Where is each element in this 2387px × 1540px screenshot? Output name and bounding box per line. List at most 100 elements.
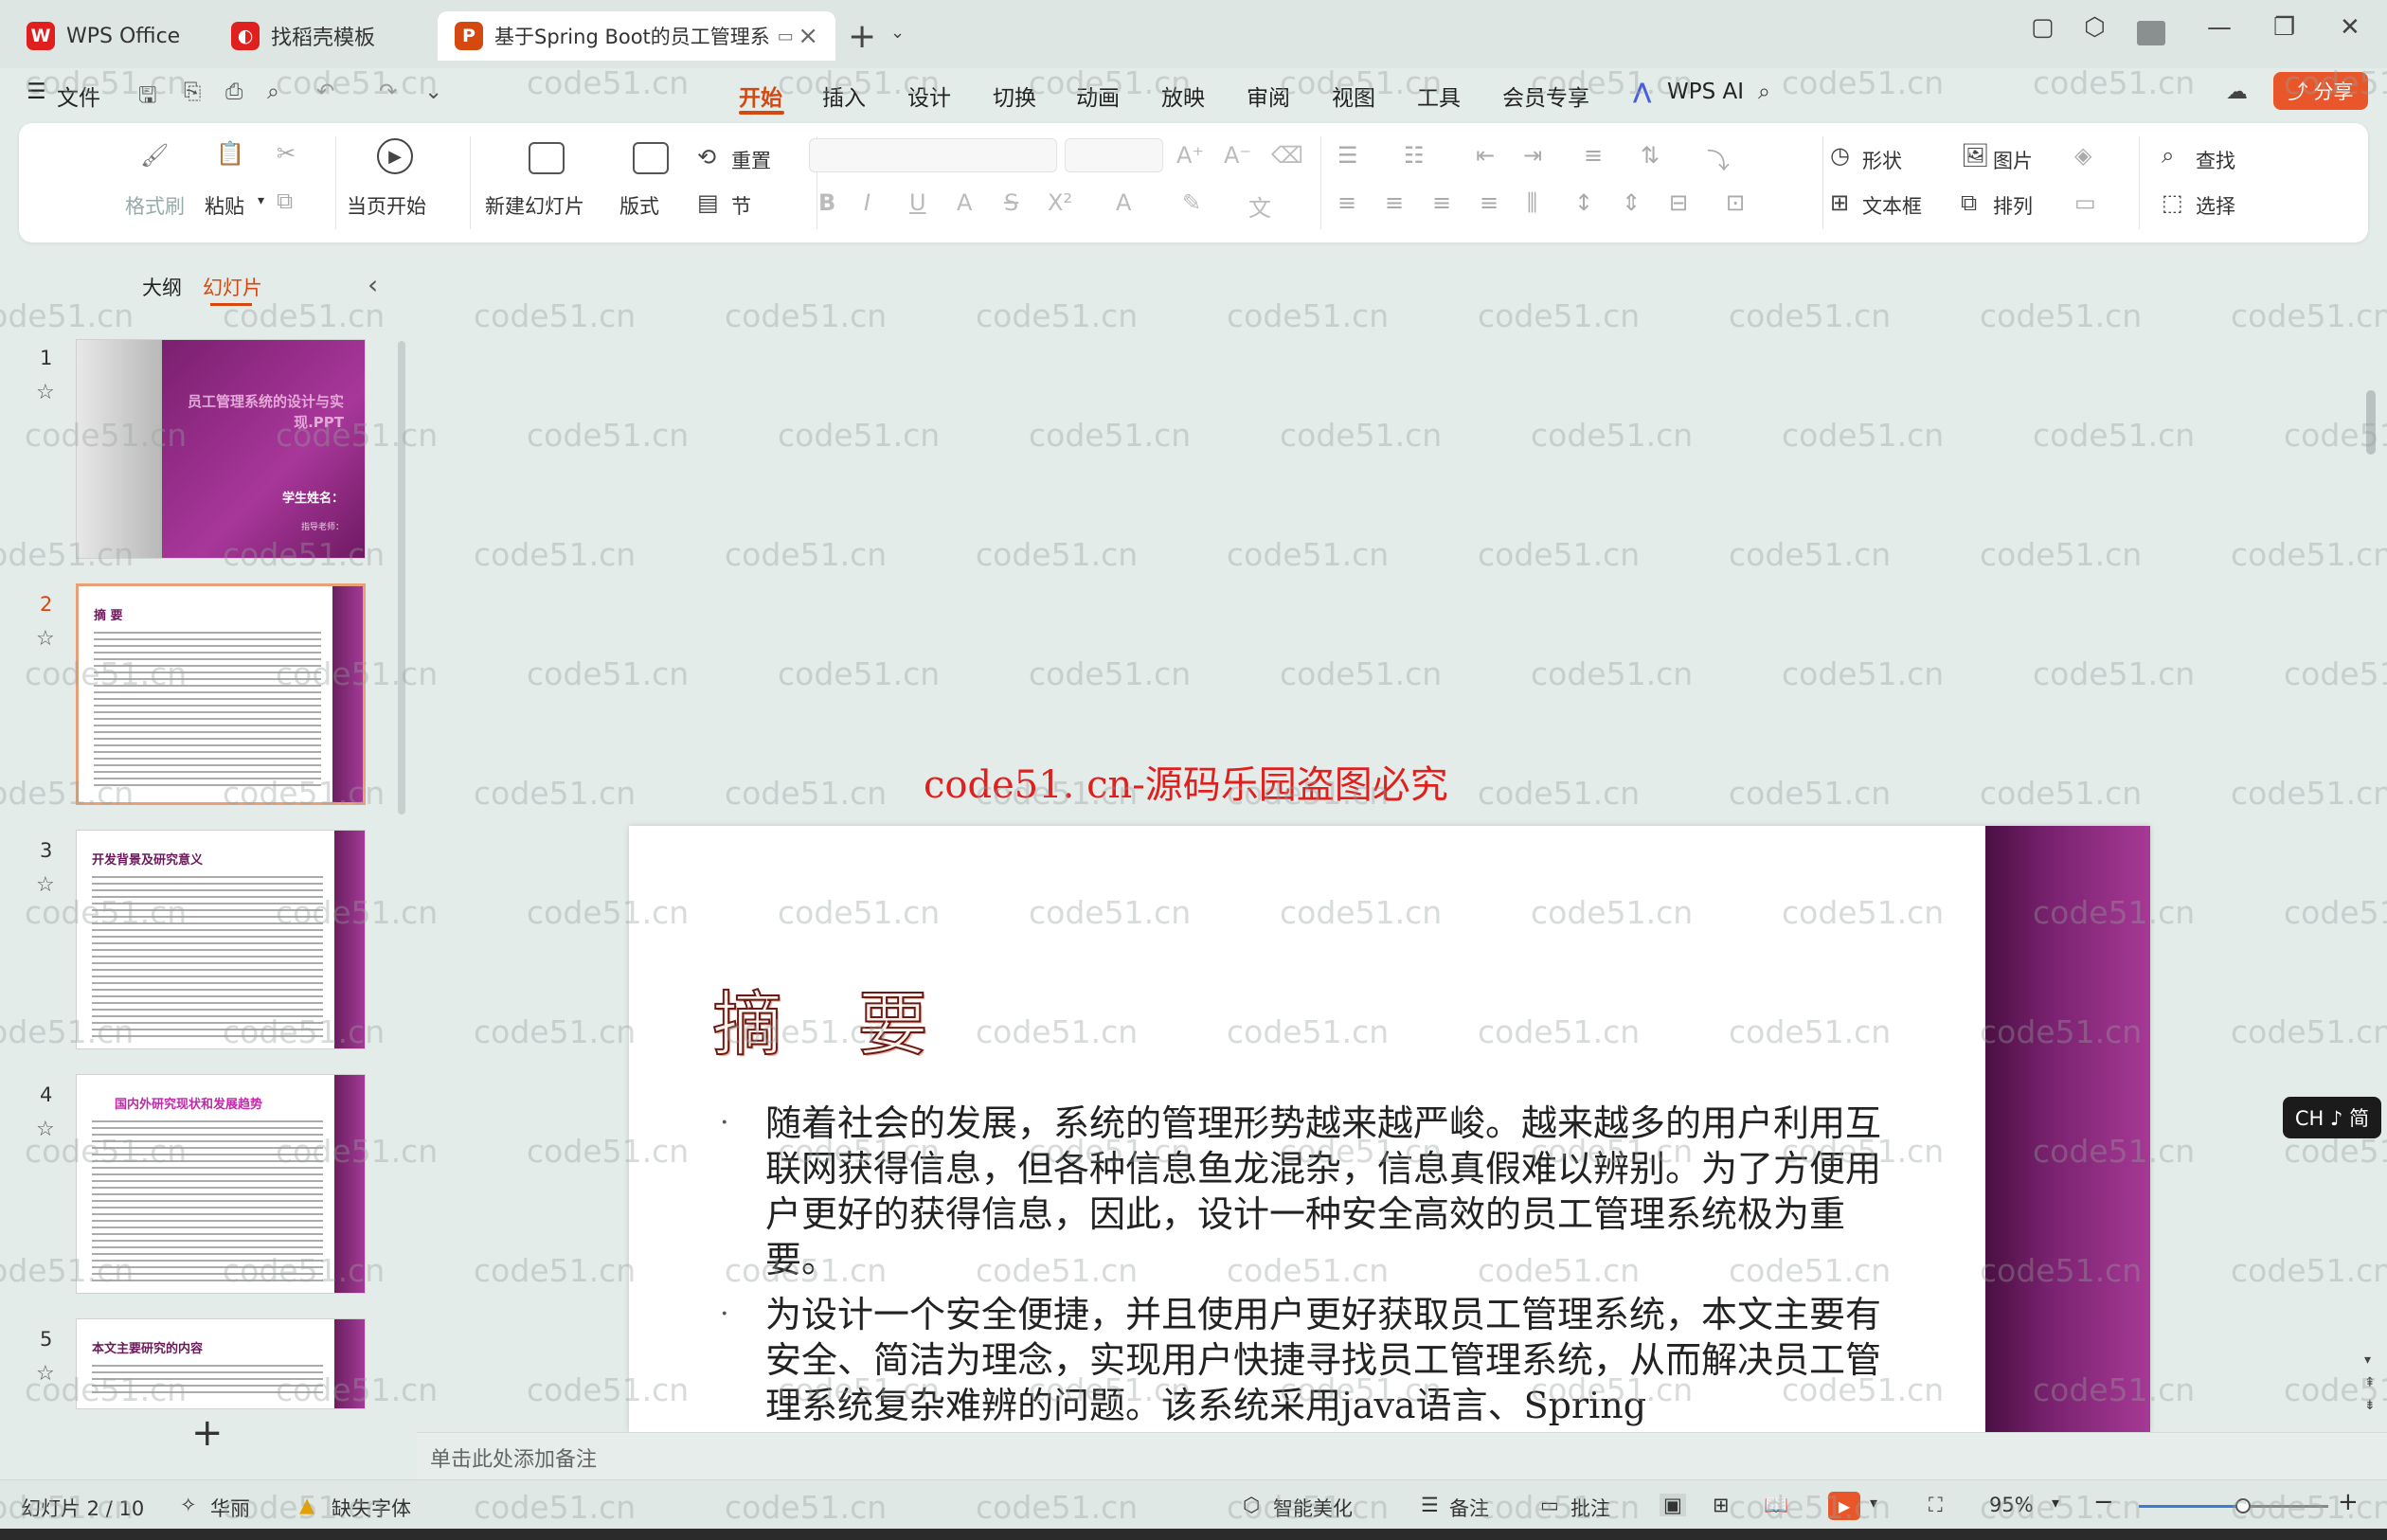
restore-icon[interactable]: ❐	[2273, 13, 2295, 42]
format-painter-button[interactable]: 格式刷	[125, 191, 185, 220]
star-icon[interactable]: ☆	[36, 873, 55, 897]
shape-button[interactable]: 形状	[1862, 146, 1902, 174]
increase-font-icon[interactable]: A⁺	[1176, 142, 1204, 169]
slide-thumbnail-5[interactable]: 本文主要研究的内容	[76, 1318, 366, 1409]
underline-icon[interactable]: U	[909, 189, 926, 216]
star-icon[interactable]: ☆	[36, 627, 55, 651]
tab-outline[interactable]: 大纲	[142, 273, 182, 301]
missing-font-button[interactable]: 缺失字体	[332, 1494, 411, 1522]
italic-icon[interactable]: I	[864, 189, 870, 216]
superscript-icon[interactable]: X²	[1048, 189, 1072, 216]
cube-icon[interactable]: ⬡	[2084, 13, 2106, 42]
font-size-select[interactable]	[1065, 138, 1163, 172]
picture-icon[interactable]: 🖼	[1961, 142, 1989, 169]
notes-button[interactable]: 备注	[1449, 1494, 1489, 1522]
paste-button[interactable]: 粘贴	[205, 191, 244, 220]
select-button[interactable]: 选择	[2196, 191, 2235, 220]
textbox-button[interactable]: 文本框	[1862, 191, 1922, 220]
cut-icon[interactable]: ✂	[277, 140, 296, 167]
ime-indicator[interactable]: CH ♪ 简	[2283, 1097, 2381, 1138]
find-button[interactable]: 查找	[2196, 146, 2235, 174]
print-preview-icon[interactable]: ⌕	[267, 80, 279, 104]
spacing-icon[interactable]: ⇕	[1622, 189, 1641, 216]
menu-wps-ai[interactable]: WPS AI	[1667, 80, 1744, 104]
shape-icon[interactable]: ◷	[1830, 142, 1850, 169]
text-direction-icon[interactable]: ⤵	[1707, 142, 1730, 175]
strike-icon[interactable]: A	[957, 189, 972, 216]
save-icon[interactable]: 🖫	[138, 80, 157, 116]
close-window-icon[interactable]: ✕	[2340, 13, 2360, 42]
search-icon[interactable]: ⌕	[1758, 80, 1770, 104]
zoom-out-icon[interactable]: −	[2093, 1488, 2114, 1516]
clear-format-icon[interactable]: ⌫	[1271, 142, 1303, 169]
thumbnail-scrollbar[interactable]	[398, 341, 405, 815]
section-button[interactable]: 节	[731, 191, 751, 220]
arrange-icon[interactable]: ⧉	[1961, 189, 1977, 216]
tab-docer-templates[interactable]: ◐ 找稻壳模板	[214, 11, 428, 61]
fit-window-icon[interactable]: ⛶	[1929, 1494, 1943, 1517]
hamburger-icon[interactable]: ☰	[27, 80, 46, 104]
canvas-scrollbar[interactable]	[2366, 390, 2376, 455]
slide-thumbnail-3[interactable]: 开发背景及研究意义	[76, 830, 366, 1049]
indent-icon[interactable]: ⇥	[1523, 142, 1542, 169]
menu-view[interactable]: 视图	[1332, 80, 1375, 112]
window-tile-icon[interactable]: ▢	[2031, 13, 2055, 42]
comments-button[interactable]: 批注	[1570, 1494, 1610, 1522]
arrange-button[interactable]: 排列	[1993, 191, 2033, 220]
star-icon[interactable]: ☆	[36, 381, 55, 404]
slide-thumbnail-1[interactable]: 员工管理系统的设计与实现.PPT 学生姓名： 指导老师：	[76, 339, 366, 559]
layout-button[interactable]: 版式	[619, 191, 659, 220]
chevron-down-icon[interactable]: ▾	[258, 193, 264, 208]
menu-member[interactable]: 会员专享	[1502, 80, 1589, 112]
numbered-list-icon[interactable]: ☷	[1404, 142, 1425, 169]
close-tab-icon[interactable]: ×	[798, 22, 818, 50]
export-icon[interactable]: ⎘	[184, 80, 201, 104]
star-icon[interactable]: ☆	[36, 1118, 55, 1141]
new-slide-button[interactable]: 新建幻灯片	[485, 191, 584, 220]
chevron-down-icon[interactable]: ⌄	[424, 80, 442, 104]
font-family-select[interactable]	[809, 138, 1057, 172]
strikethrough-icon[interactable]: S	[1004, 189, 1018, 216]
play-from-current-button[interactable]: 当页开始	[347, 191, 426, 220]
share-button[interactable]: ⤴ 分享	[2273, 72, 2368, 110]
slide-canvas[interactable]: 摘 要 随着社会的发展，系统的管理形势越来越严峻。越来越多的用户利用互联网获得信…	[629, 826, 2150, 1432]
collapse-panel-icon[interactable]: ‹	[368, 269, 378, 300]
textbox-icon[interactable]: ⊞	[1830, 189, 1849, 216]
avatar[interactable]	[2137, 21, 2165, 45]
cloud-icon[interactable]: ☁	[2226, 80, 2248, 104]
next-page-icon[interactable]: ⇟	[2364, 1398, 2376, 1413]
section-icon[interactable]: ▤	[697, 189, 719, 216]
align-left-icon[interactable]: ≡	[1337, 189, 1356, 216]
text-box-align-icon[interactable]: ⊡	[1726, 189, 1745, 216]
print-icon[interactable]: ⎙	[225, 80, 242, 104]
align-right-icon[interactable]: ≡	[1432, 189, 1451, 216]
tab-wps-office[interactable]: W WPS Office	[9, 11, 206, 61]
menu-tools[interactable]: 工具	[1417, 80, 1461, 112]
valign-icon[interactable]: ⊟	[1669, 189, 1688, 216]
tab-presentation[interactable]: P 基于Spring Boot的员工管理系 ▭ ×	[438, 11, 835, 61]
slide-body[interactable]: 随着社会的发展，系统的管理形势越来越严峻。越来越多的用户利用互联网获得信息，但各…	[720, 1101, 1894, 1432]
zoom-slider-knob[interactable]	[2235, 1498, 2251, 1513]
new-slide-icon[interactable]	[529, 142, 565, 174]
layout-icon[interactable]	[633, 142, 669, 174]
undo-icon[interactable]: ↶	[316, 80, 334, 104]
reading-view-icon[interactable]: 📖	[1764, 1494, 1788, 1517]
menu-design[interactable]: 设计	[907, 80, 951, 112]
notes-pane[interactable]: 单击此处添加备注	[417, 1432, 2387, 1479]
menu-home[interactable]: 开始	[739, 80, 782, 112]
grid-view-icon[interactable]: ⊞	[1713, 1494, 1730, 1516]
menu-animation[interactable]: 动画	[1076, 80, 1120, 112]
normal-view-icon[interactable]: ▣	[1660, 1494, 1686, 1516]
theme-name[interactable]: 华丽	[210, 1494, 250, 1522]
align-center-icon[interactable]: ≡	[1385, 189, 1404, 216]
copy-icon[interactable]: ⧉	[277, 188, 293, 214]
font-color-icon[interactable]: A	[1116, 189, 1131, 216]
line-spacing-icon[interactable]: ≡	[1584, 142, 1603, 169]
redo-icon[interactable]: ↷	[379, 80, 397, 104]
scroll-down-icon[interactable]: ▾	[2364, 1352, 2371, 1368]
menu-review[interactable]: 审阅	[1247, 80, 1290, 112]
chevron-down-icon[interactable]: ⌄	[890, 23, 905, 43]
menu-slideshow[interactable]: 放映	[1161, 80, 1205, 112]
play-slideshow-button[interactable]: ▶	[1828, 1492, 1860, 1520]
outdent-icon[interactable]: ⇤	[1476, 142, 1495, 169]
